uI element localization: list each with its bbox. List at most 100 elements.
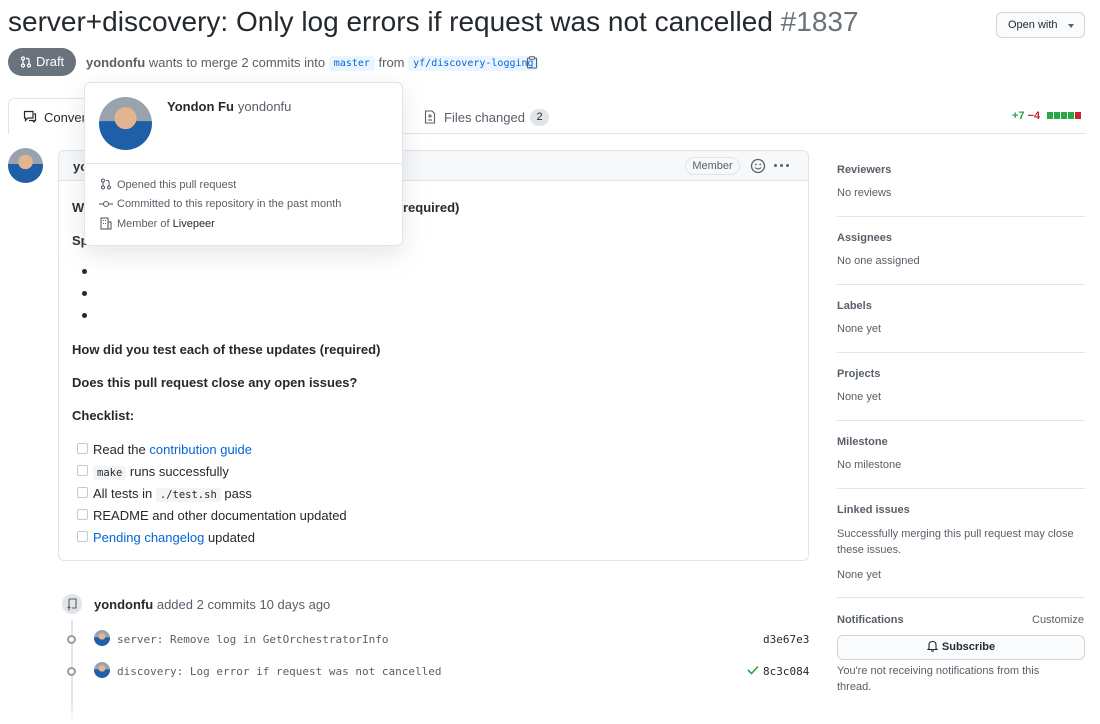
timeline-event: yondonfu added 2 commits 10 days ago	[94, 597, 330, 612]
test-script-code: ./test.sh	[155, 488, 221, 502]
notifications-desc-line1: You're not receiving notifications from …	[837, 665, 1040, 677]
additions-count: +7	[1012, 110, 1025, 122]
commit-sha[interactable]: d3e67e3	[763, 633, 809, 646]
bullet-item	[82, 313, 87, 318]
sidebar-projects-value: None yet	[837, 391, 882, 403]
commit-avatar[interactable]	[94, 630, 110, 646]
commit-icon	[99, 200, 113, 208]
open-with-label: Open with	[1008, 19, 1058, 31]
diffstat-block	[1061, 112, 1067, 119]
commit-avatar[interactable]	[94, 662, 110, 678]
kebab-menu-icon[interactable]	[774, 164, 789, 167]
pr-title-text: server+discovery: Only log errors if req…	[8, 6, 773, 37]
chevron-down-icon	[1068, 24, 1074, 28]
diffstat-block	[1047, 112, 1053, 119]
tab-conversation-label[interactable]: Conver	[44, 110, 86, 125]
draft-badge: Draft	[8, 48, 76, 76]
task-item-make: make runs successfully	[93, 464, 229, 480]
sidebar-divider	[837, 420, 1085, 421]
pending-changelog-link[interactable]: Pending changelog	[93, 530, 204, 545]
open-with-button[interactable]: Open with	[996, 12, 1085, 38]
base-branch[interactable]: master	[328, 56, 375, 71]
task-checkbox[interactable]	[77, 509, 88, 520]
check-icon[interactable]	[747, 665, 759, 675]
subscribe-label: Subscribe	[941, 641, 996, 653]
pull-request-icon	[20, 56, 32, 68]
task-item-tests: All tests in ./test.sh pass	[93, 486, 252, 502]
commit-message[interactable]: server: Remove log in GetOrchestratorInf…	[117, 633, 389, 646]
task-text: pass	[224, 486, 252, 501]
heading-what-prefix: W	[72, 200, 85, 215]
diffstat-block	[1075, 112, 1081, 119]
from-text: from	[378, 55, 405, 70]
pr-author-link[interactable]: yondonfu	[86, 55, 145, 70]
heading-testing: How did you test each of these updates (…	[72, 342, 381, 357]
bell-icon	[926, 640, 939, 652]
copy-icon[interactable]	[526, 56, 538, 69]
sidebar-notifications-title: Notifications	[837, 614, 904, 626]
task-checkbox[interactable]	[77, 465, 88, 476]
pr-title: server+discovery: Only log errors if req…	[8, 6, 859, 38]
commit-dot-icon	[67, 635, 76, 644]
smiley-icon[interactable]	[750, 158, 766, 174]
task-checkbox[interactable]	[77, 443, 88, 454]
commit-message[interactable]: discovery: Log error if request was not …	[117, 665, 442, 678]
hovercard-opened: Opened this pull request	[117, 179, 237, 191]
author-avatar[interactable]	[8, 148, 43, 183]
sidebar-linked-desc-line2: these issues.	[837, 544, 902, 556]
contribution-guide-link[interactable]: contribution guide	[149, 442, 252, 457]
sidebar-linked-desc-line1: Successfully merging this pull request m…	[837, 528, 1074, 540]
task-checkbox[interactable]	[77, 531, 88, 542]
hovercard-member: Member of Livepeer	[117, 218, 215, 230]
heading-checklist: Checklist:	[72, 408, 135, 423]
hovercard-login[interactable]: yondonfu	[238, 99, 292, 114]
pull-request-icon	[100, 178, 112, 190]
commit-dot-icon	[67, 667, 76, 676]
organization-icon	[100, 217, 112, 230]
task-text: Read the	[93, 442, 146, 457]
sidebar-milestone-title[interactable]: Milestone	[837, 436, 888, 448]
timeline-event-text: added 2 commits 10 days ago	[156, 597, 331, 612]
sidebar-divider	[837, 216, 1085, 217]
sidebar-divider	[837, 352, 1085, 353]
org-link[interactable]: Livepeer	[173, 218, 215, 230]
sidebar-divider	[837, 488, 1085, 489]
pr-meta: yondonfu wants to merge 2 commits into m…	[86, 55, 539, 71]
task-checkbox[interactable]	[77, 487, 88, 498]
hovercard-avatar[interactable]	[99, 97, 152, 150]
sidebar-reviewers-title[interactable]: Reviewers	[837, 164, 891, 176]
tab-files-changed[interactable]: Files changed	[444, 110, 525, 125]
merge-text: wants to merge 2 commits into	[148, 55, 326, 70]
customize-link[interactable]: Customize	[1032, 614, 1084, 626]
task-text: All tests in	[93, 486, 153, 501]
task-item-changelog: Pending changelog updated	[93, 530, 255, 545]
commit-sha[interactable]: 8c3c084	[763, 665, 809, 678]
head-branch[interactable]: yf/discovery-logging	[408, 56, 539, 71]
bullet-item	[82, 269, 87, 274]
sidebar-projects-title[interactable]: Projects	[837, 368, 880, 380]
sidebar-divider	[837, 284, 1085, 285]
sidebar-assignees-value: No one assigned	[837, 255, 920, 267]
timeline-author[interactable]: yondonfu	[94, 597, 153, 612]
sidebar-divider	[837, 597, 1085, 598]
file-diff-icon	[424, 110, 436, 124]
subscribe-button[interactable]: Subscribe	[837, 635, 1085, 660]
hovercard-committed: Committed to this repository in the past…	[117, 198, 342, 210]
sidebar-reviewers-value: No reviews	[837, 187, 892, 199]
member-of-text: Member of	[117, 218, 170, 230]
hovercard-divider	[85, 163, 402, 164]
task-text: updated	[207, 530, 255, 545]
diffstat-blocks	[1047, 112, 1081, 119]
hovercard-fullname[interactable]: Yondon Fu	[167, 99, 234, 114]
bottom-fade	[0, 700, 1100, 724]
sidebar-assignees-title[interactable]: Assignees	[837, 232, 892, 244]
sidebar-labels-title[interactable]: Labels	[837, 300, 872, 312]
notifications-desc-line2: thread.	[837, 681, 872, 693]
make-code: make	[93, 466, 127, 480]
deletions-count: −4	[1027, 110, 1041, 122]
heading-issues: Does this pull request close any open is…	[72, 375, 358, 390]
sidebar-linked-issues-title: Linked issues	[837, 504, 910, 516]
heading-what-tail: required)	[403, 200, 460, 215]
task-item-readme: README and other documentation updated	[93, 508, 347, 523]
comment-icon	[23, 110, 37, 123]
